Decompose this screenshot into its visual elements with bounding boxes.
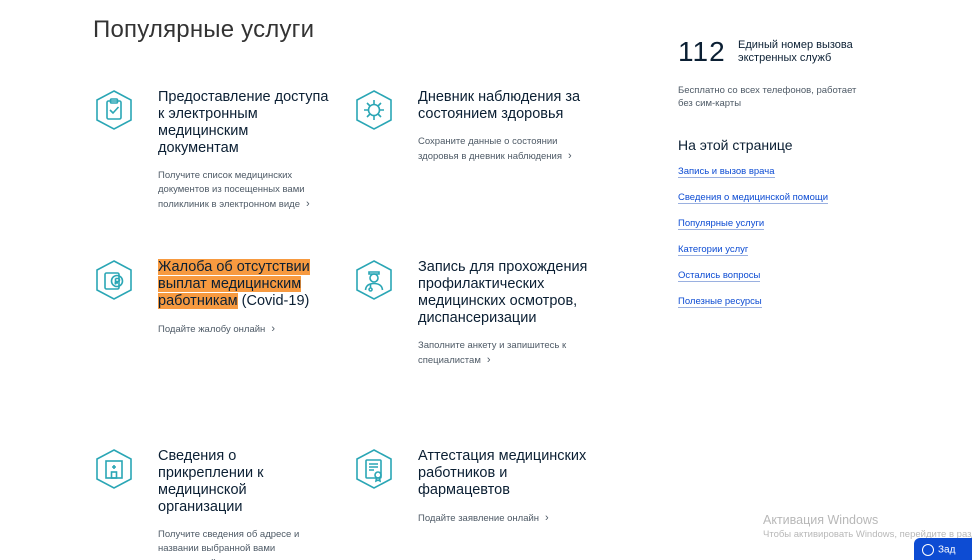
clipboard-check-icon: [93, 89, 135, 131]
chevron-right-icon: ›: [486, 354, 491, 366]
service-card-medical-documents[interactable]: Предоставление доступа к электронным мед…: [93, 89, 333, 219]
toc-link-questions[interactable]: Остались вопросы: [678, 270, 761, 282]
service-card-attachment-info[interactable]: Сведения о прикреплении к медицинской ор…: [93, 448, 333, 560]
service-card-health-diary[interactable]: Дневник наблюдения за состоянием здоровь…: [353, 89, 593, 189]
toc-item: Запись и вызов врача: [678, 165, 878, 191]
service-title[interactable]: Жалоба об отсутствии выплат медицинским …: [158, 259, 333, 310]
certificate-icon: [353, 448, 395, 490]
doctor-icon: [353, 259, 395, 301]
toc-link-categories[interactable]: Категории услуг: [678, 244, 749, 256]
hospital-icon: [93, 448, 135, 490]
service-title[interactable]: Сведения о прикреплении к медицинской ор…: [158, 448, 333, 516]
windows-activation-watermark: Активация Windows Чтобы активировать Win…: [763, 513, 972, 540]
chevron-right-icon: ›: [306, 198, 310, 210]
service-desc[interactable]: Подайте жалобу онлайн ›: [158, 322, 333, 337]
service-desc[interactable]: Получите сведения об адресе и названии в…: [158, 528, 333, 560]
service-desc[interactable]: Сохраните данные о состоянии здоровья в …: [418, 135, 593, 164]
chevron-right-icon: ›: [280, 556, 284, 560]
emergency-number: 112: [678, 36, 726, 67]
help-button[interactable]: Зад: [914, 538, 972, 560]
toc-title: На этой странице: [678, 137, 793, 153]
service-card-covid-complaint[interactable]: Жалоба об отсутствии выплат медицинским …: [93, 259, 333, 339]
service-desc[interactable]: Подайте заявление онлайн ›: [418, 511, 593, 526]
toc-link-popular-services[interactable]: Популярные услуги: [678, 218, 765, 230]
service-title[interactable]: Предоставление доступа к электронным мед…: [158, 89, 333, 157]
chat-icon: [922, 544, 934, 556]
toc-link-medical-help[interactable]: Сведения о медицинской помощи: [678, 192, 829, 204]
virus-icon: [353, 89, 395, 131]
toc-list: Запись и вызов врача Сведения о медицинс…: [678, 165, 878, 321]
title-rest: (Covid-19): [237, 293, 310, 309]
service-desc[interactable]: Получите список медицинских документов и…: [158, 169, 333, 212]
toc-item: Остались вопросы: [678, 269, 878, 295]
toc-item: Категории услуг: [678, 243, 878, 269]
emergency-note: Бесплатно со всех телефонов, работает бе…: [678, 85, 857, 109]
money-document-icon: [93, 259, 135, 301]
toc-link-appointment[interactable]: Запись и вызов врача: [678, 166, 775, 178]
section-title: Популярные услуги: [93, 16, 315, 43]
emergency-caption: Единый номер вызова экстренных служб: [738, 39, 853, 64]
service-card-attestation[interactable]: Аттестация медицинских работников и фарм…: [353, 448, 593, 548]
service-title[interactable]: Запись для прохождения профилактических …: [418, 259, 593, 327]
service-title[interactable]: Дневник наблюдения за состоянием здоровь…: [418, 89, 593, 123]
service-desc[interactable]: Заполните анкету и запишитесь к специали…: [418, 339, 593, 368]
chevron-right-icon: ›: [545, 512, 549, 524]
service-title[interactable]: Аттестация медицинских работников и фарм…: [418, 448, 593, 499]
chevron-right-icon: ›: [271, 323, 275, 335]
chevron-right-icon: ›: [568, 150, 572, 162]
toc-item: Популярные услуги: [678, 217, 878, 243]
toc-item: Полезные ресурсы: [678, 295, 878, 321]
help-button-label: Зад: [938, 544, 956, 556]
toc-link-resources[interactable]: Полезные ресурсы: [678, 296, 762, 308]
service-card-medical-checkup[interactable]: Запись для прохождения профилактических …: [353, 259, 593, 399]
toc-item: Сведения о медицинской помощи: [678, 191, 878, 217]
watermark-title: Активация Windows: [763, 513, 879, 527]
